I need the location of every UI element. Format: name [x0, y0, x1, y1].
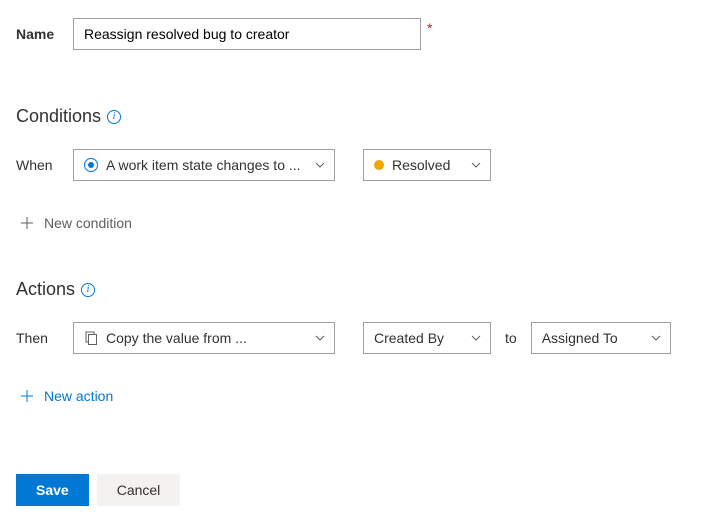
- footer: Save Cancel: [16, 474, 690, 506]
- new-condition-label: New condition: [44, 215, 132, 231]
- to-field-select[interactable]: Assigned To: [531, 322, 671, 354]
- to-field-text: Assigned To: [542, 330, 642, 346]
- action-operation-select[interactable]: Copy the value from ...: [73, 322, 335, 354]
- status-dot-icon: [374, 160, 384, 170]
- actions-heading: Actions i: [16, 279, 690, 300]
- chevron-down-icon: [314, 332, 326, 344]
- trigger-text: A work item state changes to ...: [106, 157, 306, 173]
- chevron-down-icon: [650, 332, 662, 344]
- plus-icon: [20, 389, 34, 403]
- radio-icon: [84, 158, 98, 172]
- then-label: Then: [16, 330, 72, 346]
- save-button[interactable]: Save: [16, 474, 89, 506]
- from-field-text: Created By: [374, 330, 462, 346]
- actions-title: Actions: [16, 279, 75, 300]
- operation-text: Copy the value from ...: [106, 330, 306, 346]
- state-text: Resolved: [392, 157, 462, 173]
- name-row: Name *: [16, 18, 690, 50]
- to-connector: to: [505, 330, 517, 346]
- when-label: When: [16, 157, 72, 173]
- cancel-button[interactable]: Cancel: [97, 474, 181, 506]
- plus-icon: [20, 216, 34, 230]
- then-row: Then Copy the value from ... Created By …: [16, 322, 690, 354]
- name-input[interactable]: [73, 18, 421, 50]
- name-label: Name: [16, 26, 72, 42]
- new-condition-button[interactable]: New condition: [16, 215, 690, 231]
- chevron-down-icon: [470, 332, 482, 344]
- when-row: When A work item state changes to ... Re…: [16, 149, 690, 181]
- info-icon[interactable]: i: [107, 110, 121, 124]
- conditions-heading: Conditions i: [16, 106, 690, 127]
- conditions-title: Conditions: [16, 106, 101, 127]
- chevron-down-icon: [470, 159, 482, 171]
- copy-icon: [84, 331, 98, 345]
- required-indicator: *: [427, 20, 432, 36]
- from-field-select[interactable]: Created By: [363, 322, 491, 354]
- state-select[interactable]: Resolved: [363, 149, 491, 181]
- chevron-down-icon: [314, 159, 326, 171]
- info-icon[interactable]: i: [81, 283, 95, 297]
- new-action-label: New action: [44, 388, 113, 404]
- trigger-select[interactable]: A work item state changes to ...: [73, 149, 335, 181]
- new-action-button[interactable]: New action: [16, 388, 690, 404]
